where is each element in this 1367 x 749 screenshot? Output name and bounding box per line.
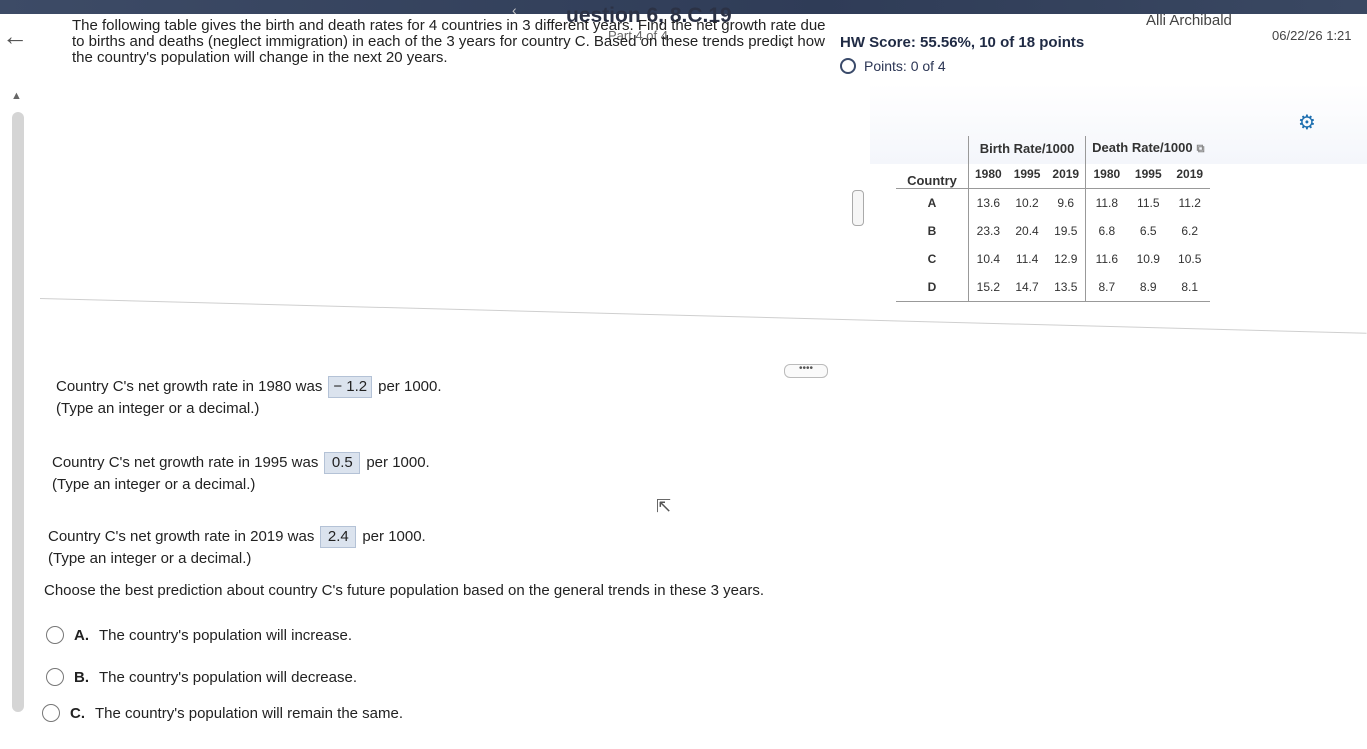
death-rate-header-label: Death Rate/1000 <box>1092 140 1193 155</box>
section-divider <box>39 298 1367 334</box>
growth-rate-2019-input[interactable]: 2.4 <box>320 526 357 548</box>
rate-cell: 23.3 <box>967 217 1008 245</box>
answer-prefix: Country C's net growth rate in 1980 was <box>56 378 323 395</box>
answer-suffix: per 1000. <box>362 528 426 545</box>
country-cell: C <box>927 252 937 266</box>
rate-cell: 10.9 <box>1136 252 1160 266</box>
answer-prefix: Country C's net growth rate in 2019 was <box>48 528 315 545</box>
table-row: A 13.6 10.2 9.6 11.8 11.5 11.2 <box>896 188 1210 217</box>
rate-cell: 11.8 <box>1085 188 1128 217</box>
option-letter: A. <box>74 626 89 644</box>
option-b[interactable]: B. The country's population will decreas… <box>46 668 357 686</box>
rate-cell: 14.7 <box>1007 273 1047 302</box>
answer-hint: (Type an integer or a decimal.) <box>48 550 252 567</box>
option-text: The country's population will increase. <box>99 626 352 644</box>
table-row: D 15.2 14.7 13.5 8.7 8.9 8.1 <box>896 273 1211 302</box>
more-icon[interactable]: •••• <box>784 364 828 378</box>
birth-rate-header: Birth Rate/1000 <box>967 136 1086 160</box>
user-name: Alli Archibald <box>1146 12 1232 29</box>
year-header: 1995 <box>1007 160 1047 189</box>
radio-button[interactable] <box>46 668 64 686</box>
answer-suffix: per 1000. <box>366 454 430 471</box>
option-letter: C. <box>70 704 85 722</box>
answer-2019: Country C's net growth rate in 2019 was … <box>48 526 426 568</box>
rate-cell: 10.5 <box>1178 252 1202 266</box>
option-text: The country's population will decrease. <box>99 668 358 686</box>
panel-resize-handle[interactable] <box>852 190 864 226</box>
answer-hint: (Type an integer or a decimal.) <box>56 400 260 417</box>
option-c[interactable]: C. The country's population will remain … <box>42 704 403 722</box>
back-arrow-icon[interactable]: ← <box>2 22 36 50</box>
gear-icon[interactable]: ⚙ <box>1298 110 1316 135</box>
country-cell: D <box>896 273 969 302</box>
chevron-left-icon[interactable]: ‹ <box>512 2 517 18</box>
points-row: Points: 0 of 4 <box>840 58 946 74</box>
rate-cell: 8.7 <box>1085 273 1128 302</box>
year-header: 2019 <box>1046 160 1086 189</box>
option-text: The country's population will remain the… <box>95 704 404 722</box>
year-header: 1980 <box>1085 160 1128 189</box>
year-header: 1995 <box>1127 160 1169 189</box>
death-rate-header: Death Rate/1000 ⧉ <box>1085 136 1211 160</box>
hw-score: HW Score: 55.56%, 10 of 18 points <box>840 34 1085 51</box>
rate-cell: 15.2 <box>967 273 1008 302</box>
rate-cell: 8.9 <box>1127 273 1169 302</box>
rate-cell: 11.5 <box>1137 196 1160 210</box>
answer-1980: Country C's net growth rate in 1980 was … <box>56 376 442 418</box>
rate-cell: 11.6 <box>1085 245 1128 273</box>
radio-button[interactable] <box>42 704 60 722</box>
answer-prefix: Country C's net growth rate in 1995 was <box>52 454 319 471</box>
country-header: Country <box>896 136 969 189</box>
rates-table: Country Birth Rate/1000 Death Rate/1000 ⧉… <box>896 136 1211 302</box>
country-cell: B <box>927 224 937 238</box>
rate-cell: 19.5 <box>1054 224 1078 238</box>
copy-icon[interactable]: ⧉ <box>1197 143 1205 155</box>
left-scroll-rail[interactable] <box>12 112 24 712</box>
rate-cell: 11.2 <box>1178 196 1201 210</box>
rate-cell: 13.5 <box>1046 273 1086 302</box>
answer-suffix: per 1000. <box>378 378 442 395</box>
answer-1995: Country C's net growth rate in 1995 was … <box>52 452 430 494</box>
year-header: 1980 <box>967 160 1008 189</box>
country-cell: A <box>927 196 937 210</box>
rate-cell: 6.8 <box>1085 217 1128 245</box>
rate-cell: 10.4 <box>967 245 1008 273</box>
rate-cell: 12.9 <box>1054 252 1078 266</box>
date-time: 06/22/26 1:21 <box>1272 28 1352 43</box>
table-row: C 10.4 11.4 12.9 11.6 10.9 10.5 <box>896 245 1210 273</box>
mouse-cursor-icon: ⇱ <box>656 496 672 516</box>
radio-button[interactable] <box>46 626 64 644</box>
choice-question: Choose the best prediction about country… <box>44 582 764 599</box>
points-status-icon <box>840 58 856 74</box>
answer-hint: (Type an integer or a decimal.) <box>52 476 256 493</box>
growth-rate-1980-input[interactable]: − 1.2 <box>328 376 373 398</box>
rail-caret-up-icon[interactable]: ▲ <box>11 90 22 102</box>
year-header: 2019 <box>1168 160 1211 189</box>
rate-cell: 10.2 <box>1015 196 1039 210</box>
problem-intro: The following table gives the birth and … <box>72 17 826 66</box>
option-a[interactable]: A. The country's population will increas… <box>46 626 352 644</box>
rate-cell: 20.4 <box>1015 224 1039 238</box>
rate-cell: 6.2 <box>1181 224 1199 238</box>
rate-cell: 8.1 <box>1168 273 1211 302</box>
rate-cell: 6.5 <box>1139 224 1157 238</box>
rate-cell: 9.6 <box>1057 196 1075 210</box>
table-row: B 23.3 20.4 19.5 6.8 6.5 6.2 <box>896 217 1210 245</box>
rates-table-container: Country Birth Rate/1000 Death Rate/1000 ⧉… <box>896 136 1211 302</box>
rate-cell: 11.4 <box>1015 252 1039 266</box>
points-label: Points: 0 of 4 <box>864 58 946 74</box>
growth-rate-1995-input[interactable]: 0.5 <box>324 452 361 474</box>
rate-cell: 13.6 <box>967 188 1008 217</box>
option-letter: B. <box>74 668 89 686</box>
